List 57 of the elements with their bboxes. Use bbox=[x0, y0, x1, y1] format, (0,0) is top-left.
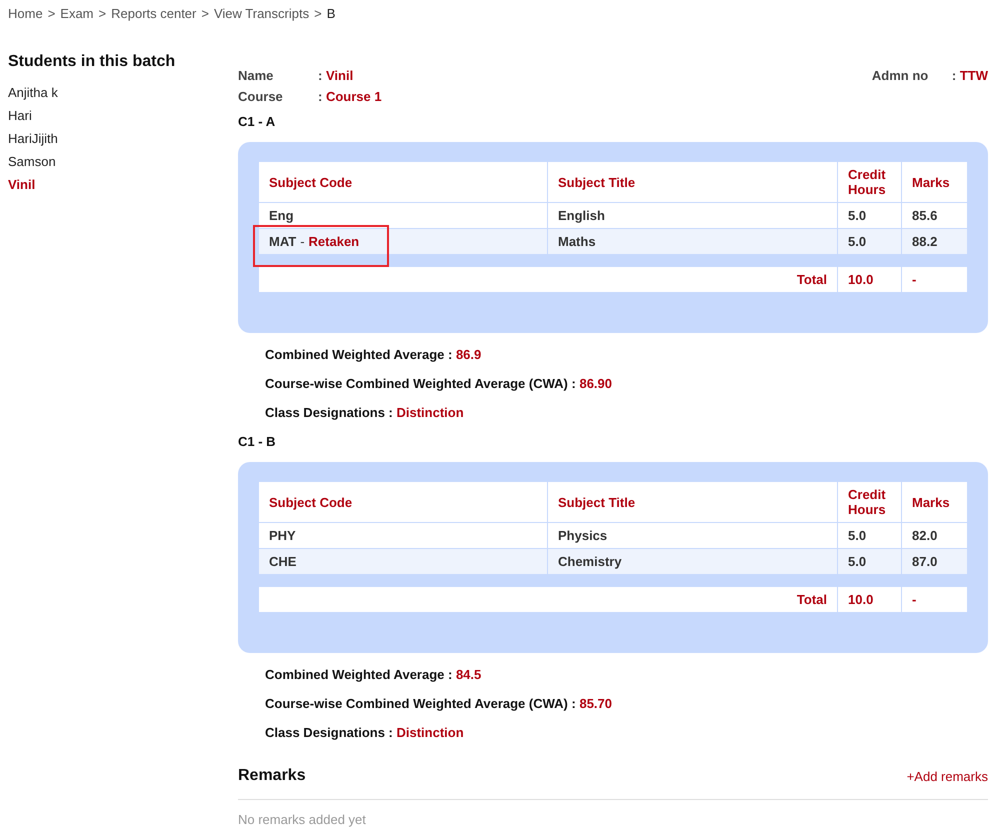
field-value: : Course 1 bbox=[318, 88, 382, 106]
table-cell: PHY bbox=[259, 523, 548, 549]
breadcrumb-link[interactable]: Reports center bbox=[111, 6, 196, 21]
column-header: Credit Hours bbox=[838, 482, 902, 523]
table-cell: 5.0 bbox=[838, 549, 902, 575]
column-header: Subject Title bbox=[548, 162, 838, 203]
table-cell: English bbox=[548, 203, 838, 229]
summary-line: Course-wise Combined Weighted Average (CWA) : 85.70 bbox=[265, 695, 614, 713]
field-value: : Vinil bbox=[318, 67, 354, 85]
field-value: : TTW bbox=[952, 67, 988, 85]
column-header: Credit Hours bbox=[838, 162, 902, 203]
student-link[interactable]: HariJijith bbox=[8, 127, 238, 150]
empty-remarks-text: No remarks added yet bbox=[238, 812, 367, 827]
batch-title: C1 - A bbox=[238, 114, 276, 129]
table-cell: Eng bbox=[259, 203, 548, 229]
breadcrumb-separator: > bbox=[98, 6, 106, 21]
table-cell: 5.0 bbox=[838, 229, 902, 255]
total-marks: - bbox=[911, 591, 918, 609]
breadcrumb-separator: > bbox=[314, 6, 322, 21]
summary-line: Combined Weighted Average : 84.5 bbox=[265, 666, 482, 684]
table-cell: Physics bbox=[548, 523, 838, 549]
table-cell: 88.2 bbox=[902, 229, 967, 255]
breadcrumb-link[interactable]: Home bbox=[8, 6, 43, 21]
summary-line: Course-wise Combined Weighted Average (CWA) : 86.90 bbox=[265, 375, 614, 393]
column-header: Subject Code bbox=[259, 482, 548, 523]
column-header: Subject Code bbox=[259, 162, 548, 203]
summary-line: Combined Weighted Average : 86.9 bbox=[265, 346, 482, 364]
batch-title: C1 - B bbox=[238, 434, 277, 449]
total-credit: 10.0 bbox=[838, 267, 902, 292]
column-header: Subject Title bbox=[548, 482, 838, 523]
summary-line: Class Designations : Distinction bbox=[265, 404, 465, 422]
add-remarks-link[interactable]: +Add remarks bbox=[906, 768, 988, 784]
student-link[interactable]: Vinil bbox=[8, 173, 238, 196]
student-link[interactable]: Anjitha k bbox=[8, 81, 238, 104]
table-cell: Chemistry bbox=[548, 549, 838, 575]
breadcrumb-separator: > bbox=[48, 6, 56, 21]
field-label: Admn no bbox=[872, 67, 930, 85]
summary-line: Class Designations : Distinction bbox=[265, 724, 465, 742]
student-link[interactable]: Hari bbox=[8, 104, 238, 127]
total-marks: - bbox=[911, 271, 918, 289]
breadcrumb-separator: > bbox=[201, 6, 209, 21]
remarks-title: Remarks bbox=[238, 767, 306, 785]
table-cell: 5.0 bbox=[838, 523, 902, 549]
total-label: Total bbox=[259, 587, 838, 612]
student-link[interactable]: Samson bbox=[8, 150, 238, 173]
table-cell: Maths bbox=[548, 229, 838, 255]
breadcrumb-link[interactable]: Exam bbox=[60, 6, 94, 21]
total-label: Total bbox=[259, 267, 838, 292]
table-cell: 5.0 bbox=[838, 203, 902, 229]
breadcrumb-link[interactable]: View Transcripts bbox=[214, 6, 310, 21]
table-cell: 87.0 bbox=[902, 549, 967, 575]
field-label: Name bbox=[238, 67, 274, 85]
field-label: Course bbox=[238, 88, 284, 106]
sidebar-title: Students in this batch bbox=[8, 53, 176, 71]
table-cell: CHE bbox=[259, 549, 548, 575]
breadcrumb-link[interactable]: B bbox=[326, 6, 336, 21]
total-credit: 10.0 bbox=[838, 587, 902, 612]
